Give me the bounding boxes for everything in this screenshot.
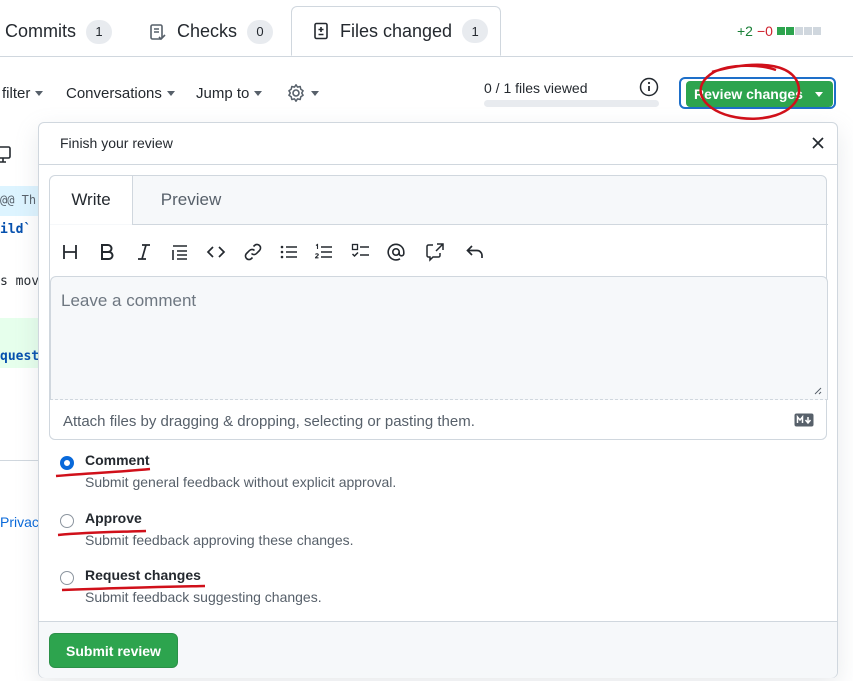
chevron-down-icon (311, 90, 319, 96)
option-request-changes-label: Request changes (85, 567, 201, 583)
tab-checks[interactable]: Checks 0 (149, 7, 274, 56)
monitor-icon[interactable] (0, 146, 12, 164)
cross-reference-icon[interactable] (425, 242, 445, 262)
files-viewed-progress (484, 100, 659, 107)
radio-request-changes[interactable] (60, 571, 74, 585)
resize-handle-icon[interactable] (812, 385, 822, 395)
tab-commits-count: 1 (86, 19, 112, 44)
radio-approve[interactable] (60, 514, 74, 528)
tab-write-label: Write (71, 190, 111, 209)
task-list-icon[interactable] (351, 242, 371, 262)
diffstat-block (812, 27, 821, 35)
comment-textarea[interactable]: Leave a comment (50, 276, 828, 400)
tab-write[interactable]: Write (50, 176, 133, 224)
markdown-icon (794, 413, 814, 427)
diffstat-additions: +2 (737, 23, 753, 39)
link-icon[interactable] (243, 242, 263, 262)
checklist-icon (150, 23, 166, 40)
bold-icon[interactable] (97, 242, 117, 262)
diffstat-blocks (776, 27, 821, 35)
mention-icon[interactable] (386, 242, 406, 262)
close-icon[interactable] (810, 135, 826, 151)
diffstat-deletions: −0 (756, 23, 773, 39)
tab-commits-label: Commits (5, 21, 76, 41)
code-icon[interactable] (206, 242, 226, 262)
unordered-list-icon[interactable] (279, 242, 299, 262)
info-icon[interactable] (639, 77, 659, 97)
review-changes-button[interactable]: Review changes (686, 81, 833, 107)
pr-tab-bar: Commits 1 Checks 0 Files changed 1 +2 −0 (0, 0, 853, 57)
option-approve-label: Approve (85, 510, 142, 526)
diff-code-line: quest (0, 349, 40, 364)
popover-footer: Submit review (39, 621, 837, 678)
finish-review-popover: Finish your review Write Preview Leave a… (38, 122, 838, 678)
popover-title: Finish your review (60, 135, 173, 151)
file-filter-label: filter (2, 85, 31, 102)
diff-settings-dropdown[interactable] (286, 83, 319, 103)
chevron-down-icon (35, 91, 44, 96)
diff-code-line: ild` (0, 222, 32, 237)
tab-commits[interactable]: Commits 1 (5, 7, 112, 56)
submit-review-label: Submit review (66, 642, 161, 659)
tab-files-changed[interactable]: Files changed 1 (291, 6, 501, 56)
submit-review-button[interactable]: Submit review (49, 633, 178, 668)
diff-file-panel (0, 128, 41, 461)
conversations-label: Conversations (66, 85, 162, 102)
conversations-dropdown[interactable]: Conversations (66, 85, 175, 102)
diffstat-block (785, 27, 794, 35)
option-request-changes-desc: Submit feedback suggesting changes. (85, 589, 322, 605)
tab-preview[interactable]: Preview (146, 176, 236, 224)
tab-checks-count: 0 (247, 19, 274, 44)
review-changes-label: Review changes (694, 86, 803, 102)
chevron-down-icon (815, 92, 823, 97)
chevron-down-icon (254, 91, 263, 96)
tab-files-changed-count: 1 (462, 19, 489, 43)
radio-comment[interactable] (60, 456, 74, 470)
editor-body: Leave a comment Attach files by dragging… (50, 225, 828, 439)
tab-checks-label: Checks (177, 21, 238, 41)
diff-hunk-text: @@ Th (0, 193, 37, 207)
popover-divider (39, 164, 837, 165)
file-diff-icon (314, 22, 328, 40)
diffstat: +2 −0 (737, 23, 821, 39)
tab-preview-label: Preview (160, 190, 222, 209)
chevron-down-icon (166, 91, 175, 96)
ordered-list-icon[interactable] (314, 242, 334, 262)
quote-icon[interactable] (170, 242, 190, 262)
option-approve-desc: Submit feedback approving these changes. (85, 532, 354, 548)
privacy-link[interactable]: Privac (0, 514, 39, 530)
jump-to-dropdown[interactable]: Jump to (196, 85, 263, 102)
files-viewed-text: 0 / 1 files viewed (484, 80, 588, 96)
option-comment-desc: Submit general feedback without explicit… (85, 474, 397, 490)
option-comment-label: Comment (85, 452, 150, 468)
italic-icon[interactable] (134, 242, 154, 262)
gear-icon (288, 84, 304, 102)
reply-icon[interactable] (465, 242, 485, 262)
jump-to-label: Jump to (196, 85, 250, 102)
attach-files-text[interactable]: Attach files by dragging & dropping, sel… (63, 413, 475, 430)
heading-icon[interactable] (60, 242, 80, 262)
comment-editor: Write Preview Leave a comment Attach fil… (49, 175, 828, 440)
diffstat-block (794, 27, 803, 35)
diff-code-line: s mov (0, 274, 40, 289)
diffstat-block (803, 27, 812, 35)
file-filter-dropdown[interactable]: filter (2, 85, 44, 102)
diffstat-block (776, 27, 785, 35)
tab-files-changed-label: Files changed (340, 20, 453, 41)
